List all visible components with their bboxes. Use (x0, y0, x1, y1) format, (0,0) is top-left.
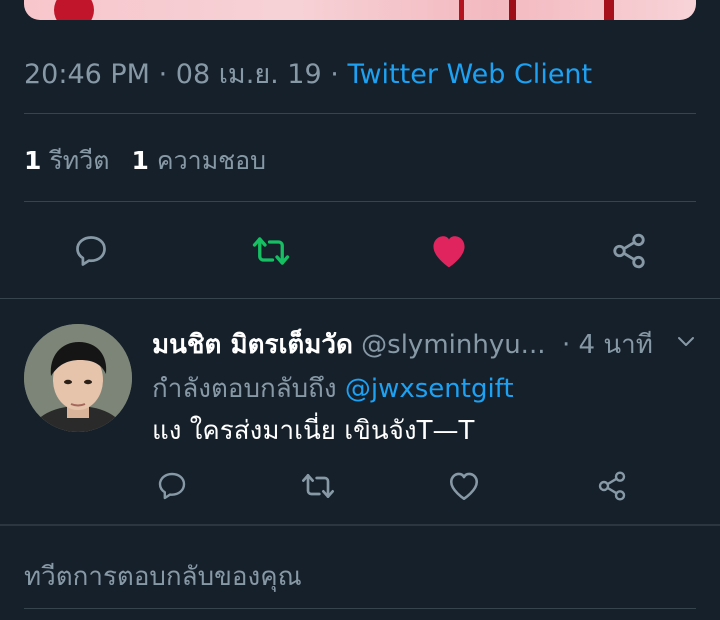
divider (0, 298, 720, 299)
share-icon (613, 233, 645, 269)
share-icon (598, 471, 626, 501)
tweet-timestamp: 20:46 PM · 08 เม.ย. 19 · Twitter Web Cli… (24, 52, 592, 95)
like-stat-label: ความชอบ (156, 146, 267, 175)
tweet-stats: 1 รีทวีต 1 ความชอบ (24, 141, 266, 181)
reply-retweet-button[interactable] (296, 466, 340, 506)
divider (24, 201, 696, 202)
reply-text: แง ใครส่งมาเนี่ย เขินจังT—T (152, 416, 475, 446)
reply-icon (158, 472, 186, 500)
replying-to-mention[interactable]: @jwxsentgift (345, 374, 514, 404)
heart-icon (449, 472, 479, 501)
reply-share-button[interactable] (592, 466, 632, 506)
tweet-client-link[interactable]: Twitter Web Client (347, 59, 592, 90)
media-decoration (454, 0, 644, 20)
heart-icon (433, 236, 465, 268)
separator: · (330, 59, 339, 90)
retweet-stat[interactable]: 1 รีทวีต (24, 146, 110, 175)
tweet-time: 20:46 PM (24, 59, 150, 90)
retweet-button[interactable] (246, 226, 296, 276)
avatar-photo (24, 324, 132, 432)
retweet-stat-label: รีทวีต (49, 146, 110, 175)
reply-composer-input[interactable]: ทวีตการตอบกลับของคุณ (24, 556, 302, 597)
reply-menu-button[interactable] (670, 326, 702, 358)
replying-to: กำลังตอบกลับถึง @jwxsentgift (152, 368, 514, 409)
retweet-count: 1 (24, 146, 42, 175)
reply-header: มนชิต มิตรเต็มวัด @slyminhyu... · 4 นาที (152, 324, 672, 365)
like-count: 1 (131, 146, 149, 175)
media-decoration (54, 0, 94, 20)
separator: · (158, 59, 168, 90)
reply-author-name[interactable]: มนชิต มิตรเต็มวัด (152, 330, 353, 360)
like-button[interactable] (424, 226, 474, 276)
reply-icon (76, 236, 106, 266)
tweet-date: 08 เม.ย. 19 (175, 59, 322, 90)
replying-to-prefix: กำลังตอบกลับถึง (152, 374, 337, 404)
media-preview[interactable] (24, 0, 696, 20)
avatar[interactable] (24, 324, 132, 432)
divider (24, 113, 696, 114)
like-stat[interactable]: 1 ความชอบ (132, 146, 267, 175)
retweet-icon (252, 237, 290, 265)
reply-button[interactable] (66, 226, 116, 276)
reply-time[interactable]: · 4 นาที (562, 324, 653, 365)
reply-like-button[interactable] (444, 466, 484, 506)
share-button[interactable] (604, 226, 654, 276)
chevron-down-icon (678, 337, 694, 346)
reply-reply-button[interactable] (152, 466, 192, 506)
composer-underline (24, 608, 696, 609)
retweet-icon (302, 474, 334, 498)
reply-author-handle[interactable]: @slyminhyu... (361, 330, 545, 360)
